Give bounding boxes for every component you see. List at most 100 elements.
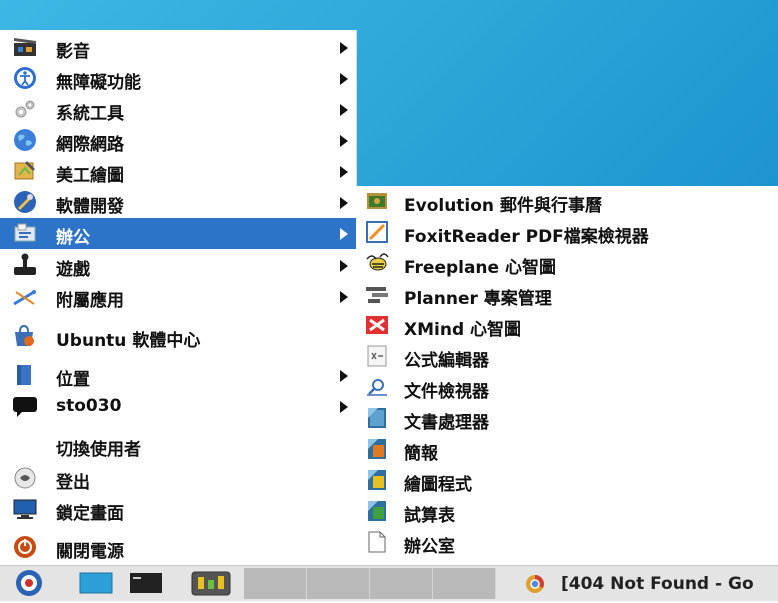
foxit-reader-icon — [364, 220, 390, 244]
accessories-icon — [12, 284, 38, 308]
submenu-item-label: 文書處理器 — [404, 413, 489, 433]
submenu-arrow-icon — [340, 260, 348, 272]
menu-item-label: 登出 — [56, 473, 90, 493]
submenu-item-evolution[interactable]: Evolution 郵件與行事曆 — [356, 186, 778, 217]
spreadsheet-icon — [364, 499, 390, 523]
submenu-item-planner[interactable]: Planner 專案管理 — [356, 279, 778, 310]
menu-item-label: 美工繪圖 — [56, 166, 124, 186]
chat-bubble-icon — [12, 394, 38, 418]
logout-icon — [12, 466, 38, 490]
internet-globe-icon — [12, 128, 38, 152]
lock-screen-icon — [12, 497, 38, 521]
menu-item-internet[interactable]: 網際網路 — [0, 125, 356, 156]
system-monitor-icon[interactable] — [190, 568, 232, 599]
draw-icon — [364, 468, 390, 492]
graphics-icon — [12, 159, 38, 183]
menu-item-logout[interactable]: 登出 — [0, 463, 356, 494]
power-icon — [12, 535, 38, 559]
menu-item-label: 無障礙功能 — [56, 73, 141, 93]
window-title: [404 Not Found - Go — [561, 573, 754, 594]
menu-item-label: 系統工具 — [56, 104, 124, 124]
joystick-icon — [12, 253, 38, 277]
presentation-icon — [364, 437, 390, 461]
submenu-item-office-suite[interactable]: 辦公室 — [356, 527, 778, 558]
show-desktop-icon[interactable] — [78, 568, 114, 599]
submenu-item-formula[interactable]: 公式編輯器 — [356, 341, 778, 372]
menu-item-places[interactable]: 位置 — [0, 360, 356, 391]
chrome-icon — [525, 574, 545, 594]
menu-item-office[interactable]: 辦公 — [0, 218, 356, 249]
blank-document-icon — [364, 530, 390, 554]
menu-item-label: 附屬應用 — [56, 291, 124, 311]
menu-item-system-tools[interactable]: 系統工具 — [0, 94, 356, 125]
document-viewer-icon — [364, 375, 390, 399]
planner-icon — [364, 282, 390, 306]
accessibility-icon — [12, 66, 38, 90]
menu-item-label: sto030 — [56, 396, 122, 416]
submenu-arrow-icon — [340, 197, 348, 209]
workspace-3[interactable] — [370, 568, 433, 599]
menu-item-lock-screen[interactable]: 鎖定畫面 — [0, 494, 356, 525]
menu-item-software-center[interactable]: Ubuntu 軟體中心 — [0, 321, 356, 352]
submenu-item-label: 繪圖程式 — [404, 475, 472, 495]
writer-icon — [364, 406, 390, 430]
menu-item-label: 影音 — [56, 42, 90, 62]
submenu-arrow-icon — [340, 135, 348, 147]
application-menu: 影音 無障礙功能 系統工具 網際網路 美工繪圖 軟體開發 辦公 遊戲 附屬應用 … — [0, 30, 357, 565]
office-icon — [12, 221, 38, 245]
menu-item-label: 遊戲 — [56, 260, 90, 280]
submenu-item-presentation[interactable]: 簡報 — [356, 434, 778, 465]
multimedia-icon — [12, 35, 38, 59]
submenu-arrow-icon — [340, 42, 348, 54]
menu-item-development[interactable]: 軟體開發 — [0, 187, 356, 218]
submenu-item-writer[interactable]: 文書處理器 — [356, 403, 778, 434]
menu-item-accessories[interactable]: 附屬應用 — [0, 281, 356, 312]
start-menu-icon[interactable] — [12, 568, 46, 599]
menu-item-accessibility[interactable]: 無障礙功能 — [0, 63, 356, 94]
submenu-item-label: Freeplane 心智圖 — [404, 258, 556, 278]
evolution-icon — [364, 189, 390, 213]
submenu-arrow-icon — [340, 228, 348, 240]
submenu-arrow-icon — [340, 401, 348, 413]
development-icon — [12, 190, 38, 214]
menu-item-label: 網際網路 — [56, 135, 124, 155]
workspace-1[interactable] — [244, 568, 307, 599]
workspace-2[interactable] — [307, 568, 370, 599]
terminal-icon[interactable] — [128, 568, 164, 599]
workspace-4[interactable] — [433, 568, 496, 599]
submenu-item-freeplane[interactable]: Freeplane 心智圖 — [356, 248, 778, 279]
submenu-item-label: 試算表 — [404, 506, 455, 526]
menu-item-power-off[interactable]: 關閉電源 — [0, 532, 356, 563]
freeplane-icon — [364, 251, 390, 275]
submenu-item-label: XMind 心智圖 — [404, 320, 522, 340]
menu-item-sto030[interactable]: sto030 — [0, 391, 356, 422]
submenu-item-label: Evolution 郵件與行事曆 — [404, 196, 602, 216]
office-submenu: Evolution 郵件與行事曆 FoxitReader PDF檔案檢視器 Fr… — [356, 186, 778, 565]
submenu-item-spreadsheet[interactable]: 試算表 — [356, 496, 778, 527]
submenu-arrow-icon — [340, 370, 348, 382]
menu-item-label: Ubuntu 軟體中心 — [56, 331, 201, 351]
submenu-item-xmind[interactable]: XMind 心智圖 — [356, 310, 778, 341]
software-center-icon — [12, 324, 38, 348]
submenu-item-label: 簡報 — [404, 444, 438, 464]
menu-item-label: 軟體開發 — [56, 197, 124, 217]
menu-item-switch-user[interactable]: 切換使用者 — [0, 430, 356, 461]
formula-icon — [364, 344, 390, 368]
submenu-item-label: 辦公室 — [404, 537, 455, 557]
submenu-item-label: 文件檢視器 — [404, 382, 489, 402]
menu-item-label: 鎖定畫面 — [56, 504, 124, 524]
submenu-arrow-icon — [340, 291, 348, 303]
system-tools-icon — [12, 97, 38, 121]
submenu-arrow-icon — [340, 73, 348, 85]
taskbar: [404 Not Found - Go — [0, 565, 778, 601]
menu-item-label: 切換使用者 — [56, 440, 141, 460]
submenu-item-label: Planner 專案管理 — [404, 289, 552, 309]
menu-item-multimedia[interactable]: 影音 — [0, 32, 356, 63]
submenu-item-document-viewer[interactable]: 文件檢視器 — [356, 372, 778, 403]
submenu-item-draw[interactable]: 繪圖程式 — [356, 465, 778, 496]
submenu-arrow-icon — [340, 104, 348, 116]
submenu-item-foxit-reader[interactable]: FoxitReader PDF檔案檢視器 — [356, 217, 778, 248]
menu-item-graphics[interactable]: 美工繪圖 — [0, 156, 356, 187]
menu-item-games[interactable]: 遊戲 — [0, 250, 356, 281]
taskbar-window-button[interactable]: [404 Not Found - Go — [525, 568, 778, 599]
